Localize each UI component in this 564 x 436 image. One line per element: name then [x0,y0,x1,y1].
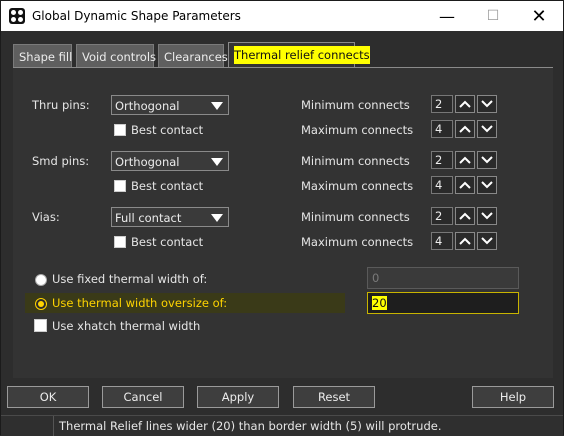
dropdown-arrow-icon [211,102,223,110]
help-button[interactable]: Help [472,386,554,408]
smd-pins-max-connects-input[interactable]: 4 [431,176,453,194]
ok-button[interactable]: OK [7,386,89,408]
tab-shape-fill[interactable]: Shape fill [13,44,72,68]
best-contact-label: Best contact [131,235,204,249]
chevron-down-icon[interactable] [477,151,497,169]
xhatch-thermal-width-checkbox[interactable] [34,319,47,332]
chevron-up-icon[interactable] [455,120,475,138]
fixed-thermal-width-label: Use fixed thermal width of: [52,272,208,286]
chevron-up-icon[interactable] [455,207,475,225]
select-value: Orthogonal [115,99,180,113]
thru-pins-best-contact-checkbox[interactable] [114,124,126,136]
min-connects-label: Minimum connects [301,210,410,224]
chevron-down-icon[interactable] [477,176,497,194]
max-connects-label: Maximum connects [301,235,414,249]
thru-pins-min-connects-input[interactable]: 2 [431,95,453,113]
chevron-down-icon[interactable] [477,95,497,113]
minimize-icon[interactable]: — [424,1,470,31]
chevron-up-icon[interactable] [455,151,475,169]
min-connects-label: Minimum connects [301,154,410,168]
vias-max-connects-input[interactable]: 4 [431,232,453,250]
vias-min-connects-input[interactable]: 2 [431,207,453,225]
status-separator [53,416,54,436]
fixed-thermal-width-radio[interactable] [35,274,47,286]
tab-thermal-relief-connects[interactable]: Thermal relief connects [228,42,370,68]
tab-clearances[interactable]: Clearances [158,44,228,68]
chevron-up-icon[interactable] [455,232,475,250]
reset-button[interactable]: Reset [293,386,375,408]
dropdown-arrow-icon [211,214,223,222]
maximize-icon[interactable]: ☐ [470,1,516,31]
chevron-up-icon[interactable] [455,95,475,113]
smd-pins-label: Smd pins: [32,154,90,168]
oversize-thermal-width-radio[interactable] [35,298,47,310]
title-bar: Global Dynamic Shape Parameters — ☐ ✕ [1,1,563,31]
app-icon [9,8,25,24]
best-contact-label: Best contact [131,179,204,193]
smd-pins-min-connects-input[interactable]: 2 [431,151,453,169]
oversize-thermal-width-input[interactable]: 20 [367,292,519,314]
status-bar: Thermal Relief lines wider (20) than bor… [1,415,563,436]
smd-pins-select[interactable]: Orthogonal [111,151,229,171]
dropdown-arrow-icon [211,158,223,166]
tab-label: Thermal relief connects [234,46,370,64]
select-value: Full contact [115,211,182,225]
smd-pins-best-contact-checkbox[interactable] [114,180,126,192]
vias-label: Vias: [32,210,60,224]
tab-void-controls[interactable]: Void controls [76,44,156,68]
vias-select[interactable]: Full contact [111,207,229,227]
oversize-thermal-width-label: Use thermal width oversize of: [52,296,228,310]
chevron-down-icon[interactable] [477,232,497,250]
input-selected-text: 20 [372,296,387,310]
max-connects-label: Maximum connects [301,179,414,193]
apply-button[interactable]: Apply [197,386,279,408]
best-contact-label: Best contact [131,123,204,137]
fixed-thermal-width-input[interactable]: 0 [367,267,519,289]
status-message: Thermal Relief lines wider (20) than bor… [59,419,442,433]
window-title: Global Dynamic Shape Parameters [32,9,241,23]
cancel-button[interactable]: Cancel [102,386,184,408]
thru-pins-select[interactable]: Orthogonal [111,95,229,115]
select-value: Orthogonal [115,155,180,169]
xhatch-thermal-width-label: Use xhatch thermal width [52,319,201,333]
vias-best-contact-checkbox[interactable] [114,236,126,248]
chevron-down-icon[interactable] [477,120,497,138]
dialog-window: Global Dynamic Shape Parameters — ☐ ✕ Sh… [0,0,564,436]
thru-pins-label: Thru pins: [32,98,90,112]
max-connects-label: Maximum connects [301,123,414,137]
chevron-down-icon[interactable] [477,207,497,225]
min-connects-label: Minimum connects [301,98,410,112]
chevron-up-icon[interactable] [455,176,475,194]
close-icon[interactable]: ✕ [516,1,562,31]
thru-pins-max-connects-input[interactable]: 4 [431,120,453,138]
